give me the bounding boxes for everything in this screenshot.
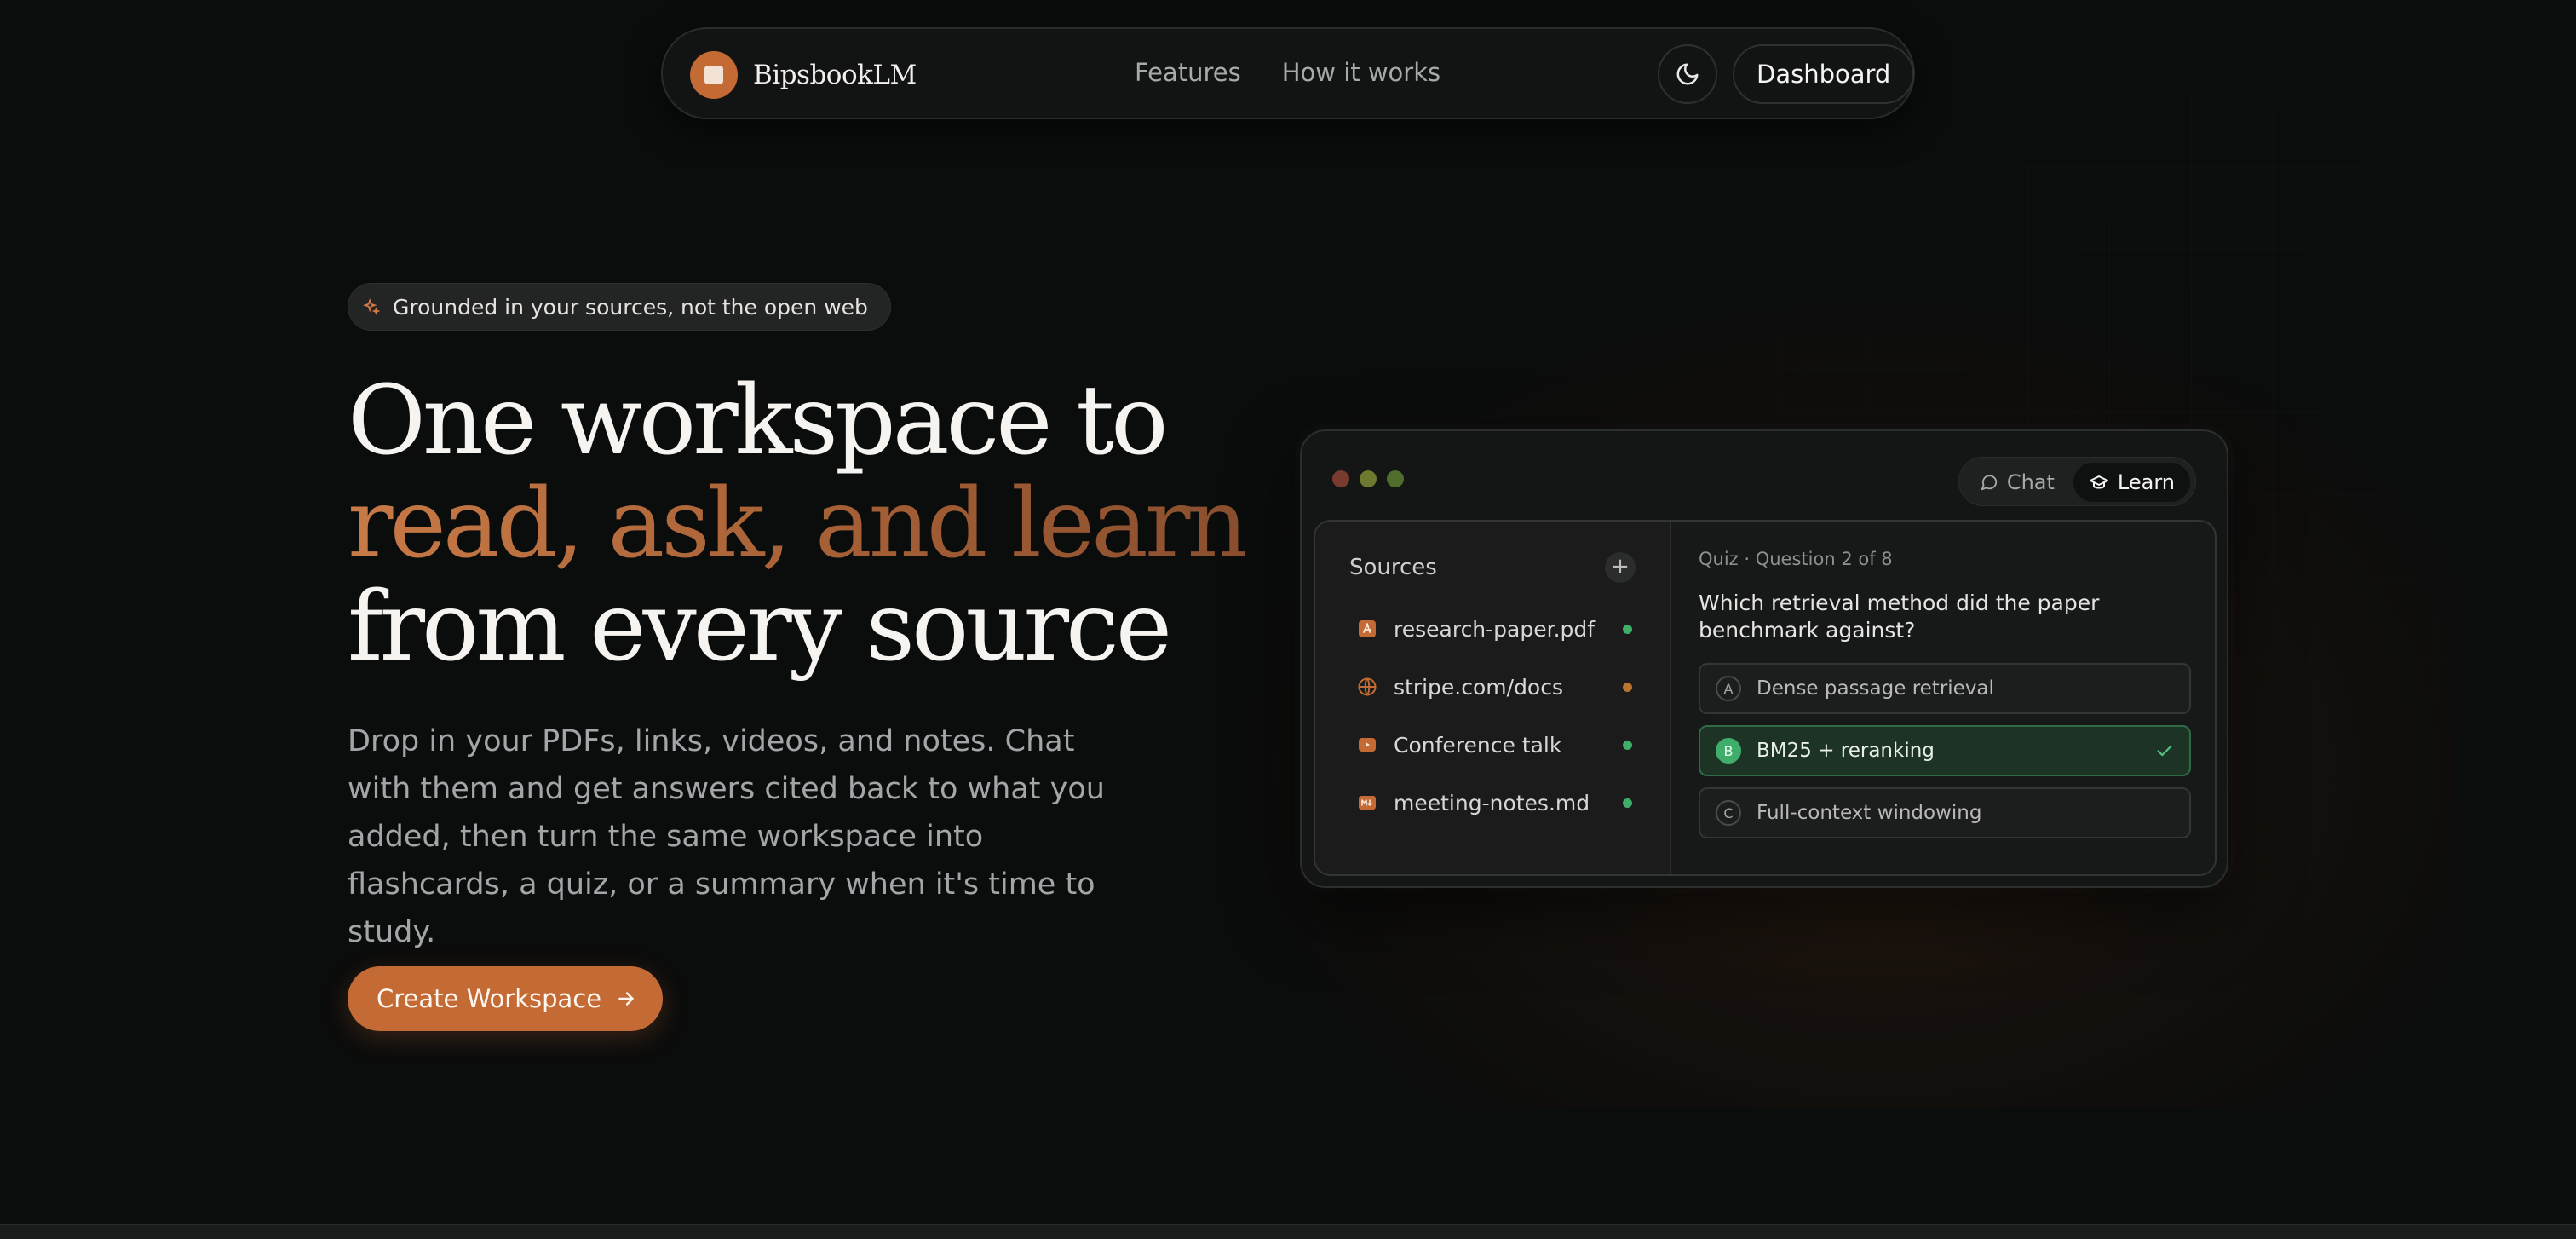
- sources-header: Sources +: [1349, 552, 1636, 583]
- mode-toggle: Chat Learn: [1958, 457, 2196, 506]
- window-dot-close: [1332, 470, 1349, 487]
- quiz-option[interactable]: A Dense passage retrieval: [1699, 663, 2191, 714]
- create-workspace-label: Create Workspace: [377, 984, 602, 1013]
- check-icon: [2157, 745, 2172, 757]
- tab-learn-label: Learn: [2117, 470, 2175, 494]
- tab-learn[interactable]: Learn: [2073, 463, 2190, 502]
- source-item[interactable]: Conference talk: [1356, 716, 1632, 774]
- nav-link-features[interactable]: Features: [1135, 58, 1241, 87]
- option-text: Dense passage retrieval: [1757, 677, 1994, 700]
- markdown-icon: [1356, 792, 1378, 814]
- hero-badge-text: Grounded in your sources, not the open w…: [393, 294, 868, 320]
- window-controls: [1332, 470, 1404, 487]
- top-nav: BipsbookLM Features How it works Dashboa…: [661, 27, 1915, 119]
- globe-icon: [1356, 676, 1378, 698]
- quiz-option[interactable]: C Full-context windowing: [1699, 787, 2191, 838]
- pdf-icon: [1356, 618, 1378, 640]
- source-item[interactable]: research-paper.pdf: [1356, 600, 1632, 658]
- sources-title: Sources: [1349, 555, 1437, 580]
- brand-name: BipsbookLM: [753, 60, 917, 90]
- option-letter: C: [1716, 800, 1741, 826]
- arrow-right-icon: [618, 992, 634, 1006]
- quiz-panel: Quiz · Question 2 of 8 Which retrieval m…: [1671, 522, 2215, 874]
- quiz-question: Which retrieval method did the paper ben…: [1699, 591, 2100, 643]
- source-item[interactable]: meeting-notes.md: [1356, 774, 1632, 832]
- nav-link-how-it-works[interactable]: How it works: [1282, 58, 1440, 87]
- source-status-dot: [1623, 624, 1632, 634]
- graduation-cap-icon: [2089, 475, 2108, 489]
- sparkles-icon: [362, 297, 381, 315]
- source-name: meeting-notes.md: [1394, 790, 1590, 815]
- hero-description: Drop in your PDFs, links, videos, and no…: [348, 724, 1105, 949]
- window-dot-maximize: [1387, 470, 1404, 487]
- headline-line-2-accent: read, ask, and learn: [348, 469, 1249, 579]
- option-letter: A: [1716, 676, 1741, 701]
- headline-line-1: One workspace to: [348, 366, 1169, 476]
- nav-links: Features How it works: [1135, 58, 1440, 87]
- option-text: BM25 + reranking: [1757, 740, 1935, 762]
- create-workspace-button[interactable]: Create Workspace: [348, 966, 664, 1031]
- hero-headline: One workspace to read, ask, and learn fr…: [348, 366, 1249, 683]
- tab-chat[interactable]: Chat: [1964, 463, 2070, 502]
- quiz-options: A Dense passage retrieval B BM25 + reran…: [1699, 663, 2191, 850]
- source-name: research-paper.pdf: [1394, 616, 1596, 642]
- source-name: Conference talk: [1394, 732, 1562, 758]
- headline-line-3: from every source: [348, 572, 1172, 683]
- dashboard-button[interactable]: Dashboard: [1733, 44, 1915, 104]
- hero-badge: Grounded in your sources, not the open w…: [348, 283, 891, 331]
- quiz-progress: Quiz · Question 2 of 8: [1699, 549, 1893, 569]
- app-preview-window: Chat Learn Sources + research-paper.pdf: [1300, 429, 2228, 888]
- sources-sidebar: Sources + research-paper.pdf stripe.com/…: [1315, 522, 1671, 874]
- window-dot-minimize: [1360, 470, 1377, 487]
- brand-logo-icon: [690, 51, 738, 99]
- chat-icon: [1981, 475, 1997, 491]
- theme-toggle-button[interactable]: [1658, 44, 1717, 104]
- source-status-dot: [1623, 682, 1632, 692]
- option-text: Full-context windowing: [1757, 802, 1982, 824]
- moon-icon: [1676, 63, 1699, 85]
- workspace-panel: Sources + research-paper.pdf stripe.com/…: [1314, 520, 2217, 876]
- add-source-button[interactable]: +: [1605, 552, 1636, 583]
- quiz-option-correct[interactable]: B BM25 + reranking: [1699, 725, 2191, 776]
- page-bottom-edge: [0, 1224, 2576, 1239]
- source-status-dot: [1623, 798, 1632, 808]
- source-status-dot: [1623, 740, 1632, 750]
- tab-chat-label: Chat: [2006, 470, 2055, 494]
- source-name: stripe.com/docs: [1394, 674, 1563, 700]
- option-letter: B: [1716, 738, 1741, 764]
- source-list: research-paper.pdf stripe.com/docs Confe…: [1356, 600, 1632, 832]
- video-icon: [1356, 734, 1378, 756]
- source-item[interactable]: stripe.com/docs: [1356, 658, 1632, 716]
- brand[interactable]: BipsbookLM: [690, 51, 917, 99]
